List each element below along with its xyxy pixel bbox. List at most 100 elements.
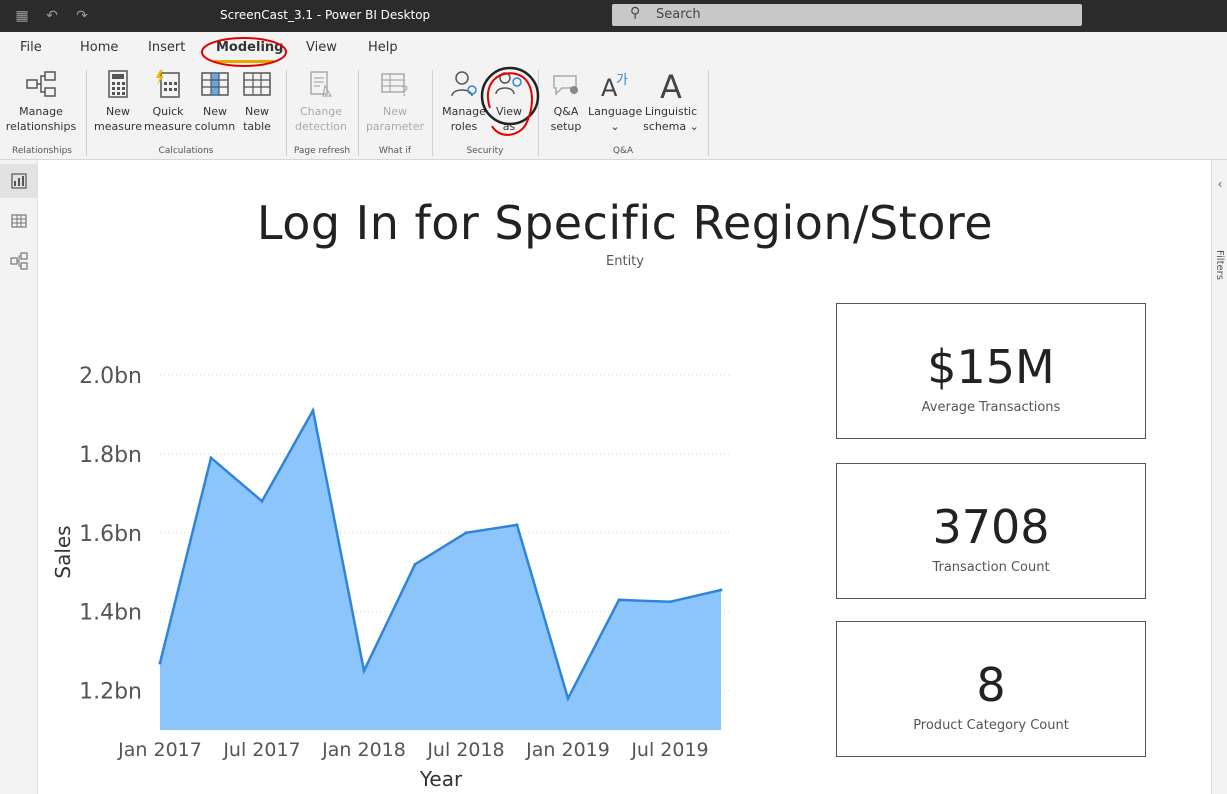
data-point[interactable] — [566, 696, 570, 700]
ribbon-separator — [708, 70, 709, 156]
x-tick-label: Jul 2019 — [630, 739, 708, 761]
kpi-value: 8 — [976, 658, 1006, 712]
button-label: measure — [144, 120, 192, 133]
data-point[interactable] — [260, 499, 264, 503]
title-bar: ▦ ↶ ↷ ScreenCast_3.1 - Power BI Desktop … — [0, 0, 1227, 32]
qa-setup-icon — [553, 75, 578, 96]
quick-measure-button[interactable]: Quick measure — [144, 68, 192, 140]
y-axis-ticks: 1.2bn 1.4bn 1.6bn 1.8bn 2.0bn — [79, 364, 142, 705]
save-icon[interactable]: ▦ — [14, 8, 30, 24]
qa-setup-button[interactable]: Q&A setup — [544, 68, 588, 140]
group-label-qa: Q&A — [612, 146, 634, 156]
data-point[interactable] — [464, 531, 468, 535]
kpi-label: Product Category Count — [913, 718, 1069, 733]
button-label: Linguistic — [644, 105, 698, 118]
x-tick-label: Jan 2019 — [525, 739, 610, 761]
button-label: Manage — [19, 105, 63, 118]
new-column-button[interactable]: New column — [194, 68, 236, 140]
data-view-icon[interactable] — [9, 211, 29, 231]
kpi-value: 3708 — [932, 500, 1050, 554]
table-icon — [243, 72, 271, 96]
change-detection-icon — [310, 71, 333, 97]
button-label: New — [106, 105, 130, 118]
menu-insert[interactable]: Insert — [148, 40, 185, 55]
search-placeholder: Search — [656, 7, 701, 22]
button-label: Change — [299, 105, 343, 118]
kpi-label: Average Transactions — [921, 400, 1061, 415]
button-label: relationships — [5, 120, 77, 133]
group-label-what-if: What if — [378, 146, 412, 156]
linguistic-schema-button[interactable]: A Linguistic schema ⌄ — [642, 68, 700, 140]
button-label: New — [383, 105, 407, 118]
svg-text:가: 가 — [616, 73, 628, 88]
button-label: column — [194, 120, 236, 133]
sales-area-chart[interactable]: 1.2bn 1.4bn 1.6bn 1.8bn 2.0bn Jan 2017 Jul 20… — [40, 330, 740, 794]
expand-pane-icon[interactable]: ‹ — [1214, 174, 1226, 194]
menu-help[interactable]: Help — [368, 40, 398, 55]
menu-view[interactable]: View — [306, 40, 337, 55]
model-view-icon[interactable] — [9, 251, 29, 271]
view-as-button[interactable]: View as — [490, 68, 528, 140]
button-label: table — [243, 120, 271, 133]
ribbon-separator — [538, 70, 539, 156]
quick-measure-icon — [156, 70, 180, 98]
y-tick-label: 2.0bn — [79, 364, 142, 389]
x-tick-label: Jul 2017 — [222, 739, 300, 761]
group-label-security: Security — [466, 146, 504, 156]
redo-icon[interactable]: ↷ — [74, 8, 90, 24]
button-label: Q&A — [553, 105, 579, 118]
column-icon — [201, 72, 229, 96]
x-tick-label: Jan 2018 — [321, 739, 406, 761]
language-icon: A 가 — [601, 73, 628, 100]
search-box[interactable]: ⚲ Search — [612, 4, 1082, 26]
report-title: Log In for Specific Region/Store — [256, 196, 994, 250]
ribbon-separator — [286, 70, 287, 156]
menu-file[interactable]: File — [20, 40, 42, 55]
manage-roles-button[interactable]: Manage roles — [438, 68, 490, 140]
new-table-button[interactable]: New table — [238, 68, 276, 140]
language-button[interactable]: A 가 Language ⌄ — [588, 68, 642, 140]
ribbon-separator — [432, 70, 433, 156]
button-label: as — [502, 120, 516, 133]
data-point[interactable] — [719, 588, 723, 592]
report-view-icon[interactable] — [9, 171, 29, 191]
data-point[interactable] — [617, 598, 621, 602]
change-detection-button[interactable]: Change detection — [292, 68, 350, 140]
y-tick-label: 1.4bn — [79, 601, 142, 626]
data-point[interactable] — [515, 523, 519, 527]
y-tick-label: 1.2bn — [79, 680, 142, 705]
new-measure-button[interactable]: New measure — [94, 68, 142, 140]
x-tick-label: Jan 2017 — [117, 739, 202, 761]
roles-icon — [451, 71, 477, 97]
button-label: New — [203, 105, 227, 118]
calculator-icon — [108, 70, 128, 98]
ribbon-separator — [358, 70, 359, 156]
undo-icon[interactable]: ↶ — [44, 8, 60, 24]
y-axis-label: Sales — [51, 525, 75, 578]
group-label-page-refresh: Page refresh — [293, 146, 351, 156]
kpi-card-product-category-count[interactable]: 8 Product Category Count — [836, 621, 1146, 757]
kpi-card-transaction-count[interactable]: 3708 Transaction Count — [836, 463, 1146, 599]
menu-home[interactable]: Home — [80, 40, 118, 55]
view-as-icon — [495, 72, 522, 95]
data-point[interactable] — [158, 661, 162, 665]
sales-area-fill — [160, 410, 721, 730]
menu-bar: File Home Insert Modeling View Help — [0, 32, 1227, 64]
data-point[interactable] — [362, 669, 366, 673]
kpi-value: $15M — [927, 340, 1055, 394]
data-point[interactable] — [413, 562, 417, 566]
new-parameter-button[interactable]: ? New parameter — [364, 68, 426, 140]
menu-modeling[interactable]: Modeling — [216, 40, 283, 55]
parameter-icon: ? — [381, 73, 408, 100]
data-point[interactable] — [311, 409, 315, 412]
button-label: Manage — [442, 105, 486, 118]
kpi-card-average-transactions[interactable]: $15M Average Transactions — [836, 303, 1146, 439]
group-label-relationships: Relationships — [12, 146, 72, 156]
data-point[interactable] — [668, 600, 672, 604]
button-label: detection — [295, 120, 347, 133]
report-subtitle[interactable]: Entity — [560, 254, 690, 269]
button-label: roles — [450, 120, 478, 133]
manage-relationships-button[interactable]: Manage relationships — [4, 68, 78, 140]
ribbon: Manage relationships New measure Quick m… — [0, 64, 1227, 160]
data-point[interactable] — [209, 456, 213, 460]
